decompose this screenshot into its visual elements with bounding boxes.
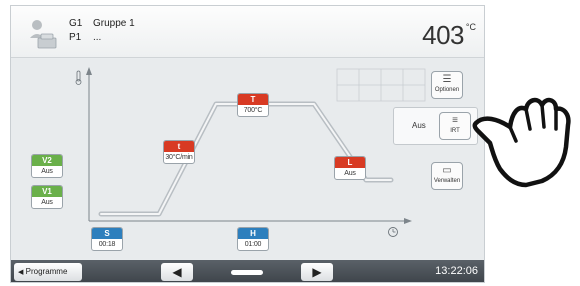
vacuum-2-tag: V2 bbox=[32, 155, 62, 166]
arrow-right-icon: ▶ bbox=[312, 265, 322, 279]
list-icon: ☰ bbox=[442, 74, 452, 85]
clock-time: 13:22:06 bbox=[435, 265, 478, 277]
irt-label: IRT bbox=[450, 128, 460, 134]
holding-temperature-value: 700°C bbox=[243, 107, 263, 114]
y-axis-arrow bbox=[86, 67, 92, 75]
x-axis-arrow bbox=[404, 218, 412, 224]
irt-icon: ≡ bbox=[452, 115, 458, 126]
manage-label: Verwalten bbox=[433, 178, 461, 184]
user-icon[interactable] bbox=[29, 18, 59, 50]
closing-time-value: 00:18 bbox=[98, 241, 116, 248]
long-term-cooling-tag: L bbox=[335, 157, 365, 168]
group-name: Gruppe 1 bbox=[93, 18, 135, 29]
options-button[interactable]: ☰ Optionen bbox=[431, 71, 463, 99]
closing-time-tag: S bbox=[92, 228, 122, 239]
programs-label: Programme bbox=[25, 267, 68, 276]
heat-rate-tag: t bbox=[164, 141, 194, 152]
programs-button[interactable]: ◀ Programme bbox=[14, 263, 82, 281]
long-term-cooling-button[interactable]: L Aus bbox=[334, 156, 366, 180]
vacuum-1-button[interactable]: V1 Aus bbox=[31, 185, 63, 209]
long-term-cooling-value: Aus bbox=[344, 170, 356, 177]
options-preview-grid bbox=[336, 68, 426, 102]
temperature-unit: °C bbox=[465, 22, 476, 32]
program-graph-area: S 00:18 t 30°C/min T 700°C H 01:00 L Aus… bbox=[11, 59, 484, 259]
closing-time-button[interactable]: S 00:18 bbox=[91, 227, 123, 251]
irt-button[interactable]: ≡ IRT bbox=[439, 112, 471, 140]
holding-time-value: 01:00 bbox=[244, 241, 262, 248]
holding-temperature-button[interactable]: T 700°C bbox=[237, 93, 269, 117]
header-bar: G1 Gruppe 1 P1 ... 403 °C bbox=[11, 6, 484, 58]
holding-time-tag: H bbox=[238, 228, 268, 239]
clock-icon bbox=[388, 227, 398, 237]
previous-button[interactable]: ◀ bbox=[161, 263, 193, 281]
thermometer-icon bbox=[75, 70, 82, 85]
heat-rate-button[interactable]: t 30°C/min bbox=[163, 140, 195, 164]
vacuum-2-button[interactable]: V2 Aus bbox=[31, 154, 63, 178]
heat-rate-value: 30°C/min bbox=[165, 154, 193, 161]
back-triangle-icon: ◀ bbox=[18, 269, 24, 276]
program-code: P1 bbox=[69, 32, 82, 43]
furnace-screen: G1 Gruppe 1 P1 ... 403 °C S 00:18 t 30°C… bbox=[10, 5, 485, 283]
holding-temperature-tag: T bbox=[238, 94, 268, 105]
vacuum-1-tag: V1 bbox=[32, 186, 62, 197]
program-name: ... bbox=[93, 32, 102, 43]
irt-status: Aus bbox=[412, 121, 426, 130]
next-button[interactable]: ▶ bbox=[301, 263, 333, 281]
vacuum-2-value: Aus bbox=[41, 168, 53, 175]
pointing-hand-icon bbox=[472, 97, 571, 188]
group-code: G1 bbox=[69, 18, 83, 29]
vacuum-1-value: Aus bbox=[41, 199, 53, 206]
folder-icon: ▭ bbox=[442, 165, 452, 176]
footer-bar: ◀ Programme ◀ ▶ 13:22:06 bbox=[11, 260, 484, 282]
holding-time-button[interactable]: H 01:00 bbox=[237, 227, 269, 251]
manage-button[interactable]: ▭ Verwalten bbox=[431, 162, 463, 190]
arrow-left-icon: ◀ bbox=[172, 265, 182, 279]
options-label: Optionen bbox=[434, 87, 460, 93]
page-slider[interactable] bbox=[231, 270, 263, 275]
furnace-temperature: 403 bbox=[422, 20, 464, 50]
